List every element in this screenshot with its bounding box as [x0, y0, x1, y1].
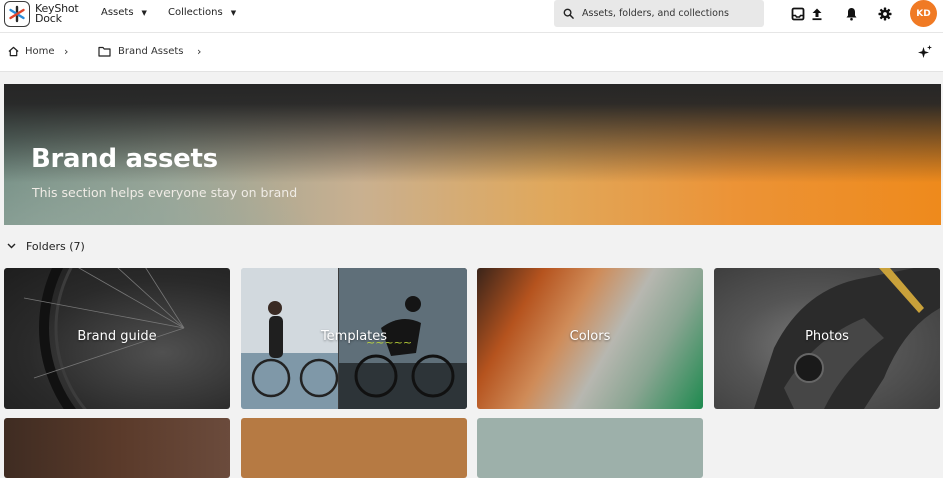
chevron-right-icon: › [64, 45, 69, 58]
folders-section-toggle[interactable]: Folders (7) [7, 240, 85, 253]
breadcrumb-brand-assets[interactable]: Brand Assets [98, 46, 184, 57]
folder-card-templates[interactable]: ~~~~~ Templates [241, 268, 467, 409]
upload-icon[interactable] [808, 5, 826, 23]
breadcrumb-folder-label: Brand Assets [118, 46, 184, 57]
assets-menu-label: Assets [101, 7, 134, 18]
folders-section-label: Folders (7) [26, 240, 85, 253]
chevron-right-icon: › [197, 45, 202, 58]
folder-card-brand-guide[interactable]: Brand guide [4, 268, 230, 409]
gear-icon[interactable] [876, 5, 894, 23]
folder-card[interactable] [477, 418, 703, 478]
collections-menu-label: Collections [168, 7, 223, 18]
folder-card-photos[interactable]: Photos [714, 268, 940, 409]
app-name: KeyShot Dock [35, 3, 79, 25]
breadcrumb-home[interactable]: Home [8, 46, 55, 57]
search-input[interactable] [582, 8, 752, 19]
caret-down-icon: ▼ [141, 8, 147, 17]
folder-icon [98, 46, 111, 57]
search-icon [563, 4, 574, 23]
folder-card[interactable] [4, 418, 230, 478]
folder-card-label: Templates [320, 329, 388, 344]
folder-card-label: Photos [805, 329, 849, 344]
chevron-down-icon [7, 242, 16, 252]
caret-down-icon: ▼ [230, 8, 237, 17]
keyshot-logo-icon [4, 1, 30, 27]
top-bar: KeyShot Dock Assets ▼ Collections ▼ Asse… [0, 0, 943, 32]
hero-subtitle: This section helps everyone stay on bran… [32, 185, 298, 200]
bell-icon[interactable] [842, 5, 860, 23]
collections-menu[interactable]: Collections ▼ [168, 7, 236, 18]
folder-card-colors[interactable]: Colors [477, 268, 703, 409]
home-icon [8, 46, 19, 57]
folder-card[interactable] [241, 418, 467, 478]
app-name-line2: Dock [35, 12, 62, 25]
sparkle-icon[interactable] [917, 44, 933, 64]
folder-card-label: Colors [569, 329, 611, 344]
assets-menu[interactable]: Assets ▼ [101, 7, 147, 18]
search-box[interactable] [554, 0, 764, 27]
breadcrumb-home-label: Home [25, 46, 55, 57]
folder-card-label: Brand guide [77, 329, 157, 344]
app-logo[interactable]: KeyShot Dock [4, 1, 79, 27]
inbox-icon[interactable] [789, 5, 807, 23]
hero-title: Brand assets [31, 144, 218, 174]
breadcrumb: Home › Brand Assets › [0, 32, 943, 72]
user-avatar[interactable]: KD [910, 0, 937, 27]
hero-banner: Brand assets This section helps everyone… [4, 84, 941, 225]
